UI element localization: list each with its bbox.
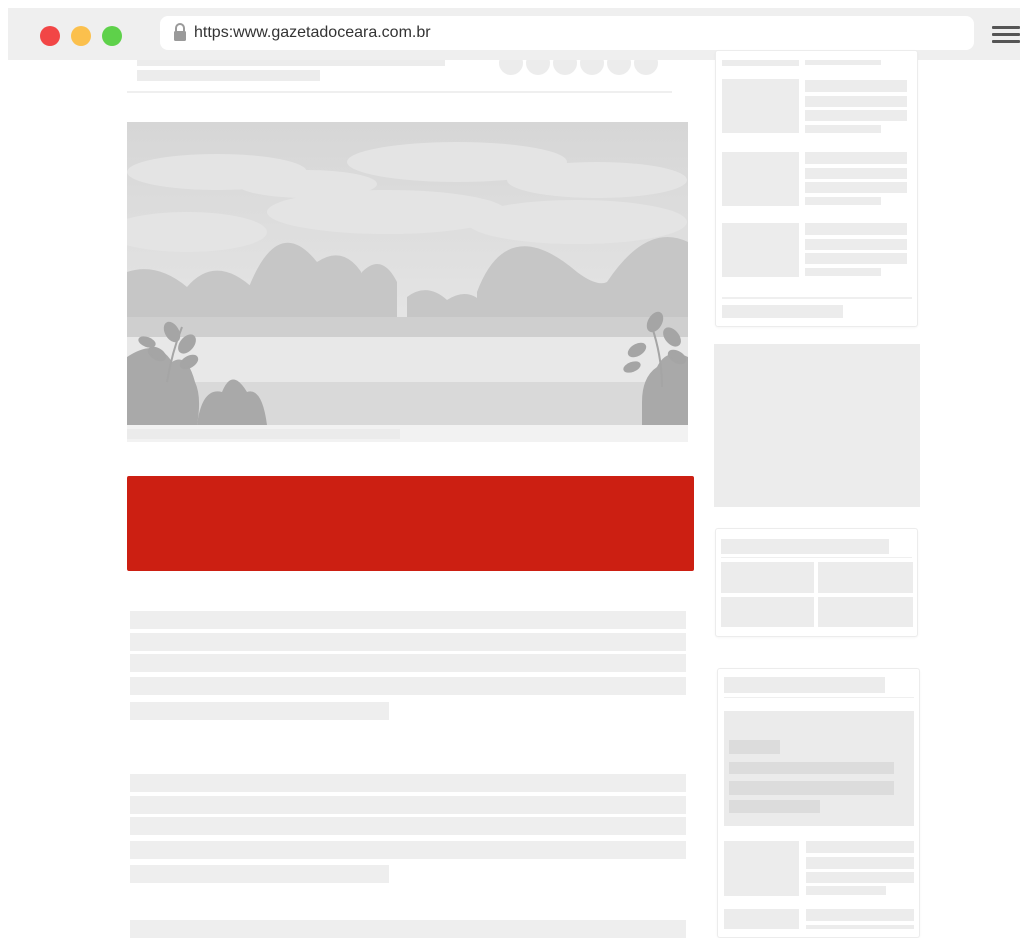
- share-icon[interactable]: [634, 60, 658, 75]
- news-meta-placeholder: [805, 268, 881, 276]
- news-title-placeholder: [805, 239, 907, 250]
- share-buttons: [499, 60, 661, 75]
- paragraph-line: [130, 774, 686, 792]
- paragraph-line: [130, 817, 686, 835]
- featured-title-placeholder: [729, 762, 894, 774]
- news-title-placeholder[interactable]: [805, 152, 907, 164]
- paragraph-line: [130, 865, 389, 883]
- lock-icon: [174, 23, 186, 41]
- red-banner[interactable]: [127, 476, 694, 571]
- news-meta-placeholder: [806, 886, 886, 895]
- news-thumbnail[interactable]: [722, 152, 799, 206]
- news-title-placeholder: [805, 168, 907, 179]
- byline-placeholder: [137, 70, 320, 81]
- sidebar-ad[interactable]: [714, 344, 920, 507]
- text-placeholder: [805, 60, 881, 65]
- news-title-placeholder: [806, 872, 914, 883]
- card-divider: [721, 557, 912, 558]
- hamburger-menu-icon[interactable]: [992, 26, 1020, 44]
- thumb-placeholder: [722, 60, 799, 66]
- grid-tile[interactable]: [818, 562, 913, 593]
- share-icon[interactable]: [553, 60, 577, 75]
- news-thumbnail[interactable]: [722, 223, 799, 277]
- paragraph-line: [130, 677, 686, 695]
- featured-card-title-placeholder: [724, 677, 885, 693]
- share-icon[interactable]: [526, 60, 550, 75]
- featured-title-placeholder: [729, 781, 894, 795]
- news-title-placeholder: [805, 182, 907, 193]
- headline-placeholder: [137, 60, 445, 66]
- share-icon[interactable]: [607, 60, 631, 75]
- news-thumbnail[interactable]: [724, 909, 799, 929]
- news-meta-placeholder: [805, 125, 881, 133]
- news-title-placeholder: [805, 253, 907, 264]
- hero-image: [127, 122, 688, 425]
- image-caption-placeholder: [127, 425, 688, 442]
- paragraph-line: [130, 633, 686, 651]
- grid-card-title-placeholder: [721, 539, 889, 554]
- grid-tile[interactable]: [721, 597, 814, 627]
- card-divider: [722, 297, 912, 299]
- maximize-window-button[interactable]: [102, 26, 122, 46]
- header-divider: [127, 91, 672, 93]
- grid-tile[interactable]: [818, 597, 913, 627]
- address-bar-url: https:www.gazetadoceara.com.br: [194, 24, 431, 41]
- card-divider: [724, 697, 914, 698]
- news-meta-placeholder: [805, 197, 881, 205]
- paragraph-line: [130, 841, 686, 859]
- news-title-placeholder[interactable]: [805, 223, 907, 235]
- news-title-placeholder[interactable]: [806, 909, 914, 921]
- news-title-placeholder[interactable]: [805, 80, 907, 92]
- news-title-placeholder: [806, 857, 914, 869]
- news-title-placeholder[interactable]: [806, 841, 914, 853]
- featured-tag-placeholder: [729, 740, 780, 754]
- grid-tile[interactable]: [721, 562, 814, 593]
- share-icon[interactable]: [499, 60, 523, 75]
- news-title-placeholder: [806, 925, 914, 929]
- paragraph-line: [130, 920, 686, 938]
- paragraph-line: [130, 611, 686, 629]
- news-thumbnail[interactable]: [724, 841, 799, 896]
- paragraph-line: [130, 654, 686, 672]
- news-thumbnail[interactable]: [722, 79, 799, 133]
- paragraph-line: [130, 702, 389, 720]
- minimize-window-button[interactable]: [71, 26, 91, 46]
- share-icon[interactable]: [580, 60, 604, 75]
- paragraph-line: [130, 796, 686, 814]
- news-title-placeholder: [805, 110, 907, 121]
- close-window-button[interactable]: [40, 26, 60, 46]
- see-more-link-placeholder[interactable]: [722, 305, 843, 318]
- news-title-placeholder: [805, 96, 907, 107]
- featured-meta-placeholder: [729, 800, 820, 813]
